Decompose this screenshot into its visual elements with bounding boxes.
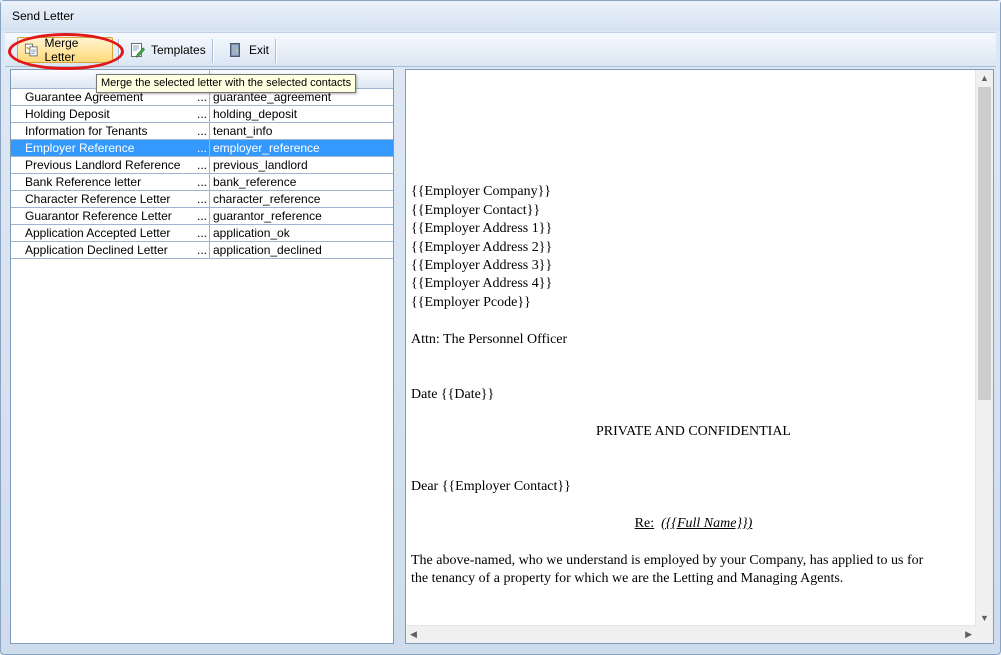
ellipsis-button[interactable]: ... (197, 226, 207, 240)
template-file-cell: application_ok (213, 226, 290, 240)
merge-letter-button[interactable]: Merge Letter (17, 36, 113, 64)
letter-document[interactable]: {{Employer Company}} {{Employer Contact}… (411, 70, 976, 625)
title-bar: Send Letter (1, 1, 1000, 31)
table-row[interactable]: Application Accepted Letter... applicatio… (11, 225, 393, 242)
send-letter-window: Send Letter Merge Letter Templates Exit … (0, 0, 1001, 655)
template-file-cell: tenant_info (213, 124, 273, 138)
letter-name-cell: Previous Landlord Reference (25, 158, 181, 172)
column-divider (209, 242, 210, 258)
merge-letter-label: Merge Letter (44, 36, 79, 64)
letter-name-cell: Information for Tenants (25, 124, 148, 138)
body-text-line: the tenancy of a property for which we a… (411, 571, 844, 586)
body-text-line: The above-named, who we understand is em… (411, 553, 924, 568)
template-file-cell: bank_reference (213, 175, 297, 189)
toolbar-separator (118, 39, 120, 63)
table-row[interactable]: Bank Reference letter... bank_reference (11, 174, 393, 191)
exit-door-icon (230, 43, 240, 57)
column-divider (209, 140, 210, 156)
address-line: {{Employer Address 3}} (411, 258, 553, 273)
templates-button[interactable]: Templates (123, 37, 212, 63)
address-line: {{Employer Contact}} (411, 203, 541, 218)
merge-document-icon (24, 43, 38, 57)
letter-name-cell: Bank Reference letter (25, 175, 142, 189)
address-line: {{Employer Address 1}} (411, 221, 553, 236)
column-divider (209, 157, 210, 173)
address-line: {{Employer Company}} (411, 184, 552, 199)
template-file-cell: guarantor_reference (213, 209, 322, 223)
column-divider (209, 191, 210, 207)
letter-name-cell: Guarantor Reference Letter (25, 209, 172, 223)
ellipsis-button[interactable]: ... (197, 243, 207, 257)
toolbar: Merge Letter Templates Exit (5, 32, 996, 67)
exit-label: Exit (249, 43, 270, 57)
template-file-cell: employer_reference (213, 141, 320, 155)
edit-template-icon (131, 43, 145, 58)
table-row[interactable]: Guarantor Reference Letter... guarantor_r… (11, 208, 393, 225)
ellipsis-button[interactable]: ... (197, 192, 207, 206)
table-row[interactable]: Previous Landlord Reference... previous_l… (11, 157, 393, 174)
window-title: Send Letter (12, 9, 75, 23)
column-divider (209, 106, 210, 122)
ellipsis-button[interactable]: ... (197, 175, 207, 189)
template-file-cell: holding_deposit (213, 107, 298, 121)
ellipsis-button[interactable]: ... (197, 158, 207, 172)
table-row[interactable]: Character Reference Letter... character_r… (11, 191, 393, 208)
table-row[interactable]: Application Declined Letter... applicatio… (11, 242, 393, 259)
address-line: {{Employer Pcode}} (411, 295, 531, 310)
table-row[interactable]: Employer Reference... employer_reference (11, 140, 393, 157)
exit-button[interactable]: Exit (221, 37, 275, 63)
confidential-heading: PRIVATE AND CONFIDENTIAL (596, 424, 791, 439)
horizontal-scrollbar[interactable]: ◀ ▶ (406, 625, 976, 643)
re-line: Re: ({{Full Name}}) (411, 516, 976, 532)
column-divider (209, 123, 210, 139)
ellipsis-button[interactable]: ... (197, 124, 207, 138)
ellipsis-button[interactable]: ... (197, 209, 207, 223)
toolbar-separator (212, 39, 214, 63)
column-divider (209, 208, 210, 224)
merge-letter-tooltip: Merge the selected letter with the selec… (96, 74, 357, 93)
re-label: Re: (634, 516, 655, 531)
letter-name-cell: Employer Reference (25, 141, 135, 155)
template-file-cell: character_reference (213, 192, 321, 206)
template-file-cell: application_declined (213, 243, 322, 257)
scroll-right-icon[interactable]: ▶ (965, 629, 972, 640)
templates-label: Templates (151, 43, 206, 57)
letter-name-cell: Application Declined Letter (25, 243, 168, 257)
toolbar-separator (275, 39, 277, 63)
letter-name-cell: Application Accepted Letter (25, 226, 171, 240)
attn-line: Attn: The Personnel Officer (411, 332, 568, 347)
ellipsis-button[interactable]: ... (197, 141, 207, 155)
ellipsis-button[interactable]: ... (197, 107, 207, 121)
column-divider (209, 174, 210, 190)
table-row[interactable]: Holding Deposit... holding_deposit (11, 106, 393, 123)
address-line: {{Employer Address 2}} (411, 240, 553, 255)
scroll-left-icon[interactable]: ◀ (410, 629, 417, 640)
template-file-cell: previous_landlord (213, 158, 308, 172)
scroll-down-icon[interactable]: ▼ (980, 613, 989, 623)
date-line: Date {{Date}} (411, 387, 495, 402)
scroll-thumb[interactable] (978, 87, 991, 400)
scrollbar-corner (976, 626, 993, 643)
address-line: {{Employer Address 4}} (411, 276, 553, 291)
table-row[interactable]: Information for Tenants... tenant_info (11, 123, 393, 140)
salutation-line: Dear {{Employer Contact}} (411, 479, 571, 494)
grid-rows: Guarantee Agreement... guarantee_agreemen… (11, 89, 393, 259)
column-divider (209, 225, 210, 241)
letter-preview-pane: {{Employer Company}} {{Employer Contact}… (405, 69, 994, 644)
letter-name-cell: Character Reference Letter (25, 192, 171, 206)
scroll-up-icon[interactable]: ▲ (980, 73, 989, 83)
vertical-scrollbar[interactable]: ▲ ▼ (975, 70, 993, 626)
letter-name-cell: Holding Deposit (25, 107, 110, 121)
re-value: ({{Full Name}}) (661, 516, 753, 531)
letter-list-grid: Guarantee Agreement... guarantee_agreemen… (10, 69, 394, 644)
